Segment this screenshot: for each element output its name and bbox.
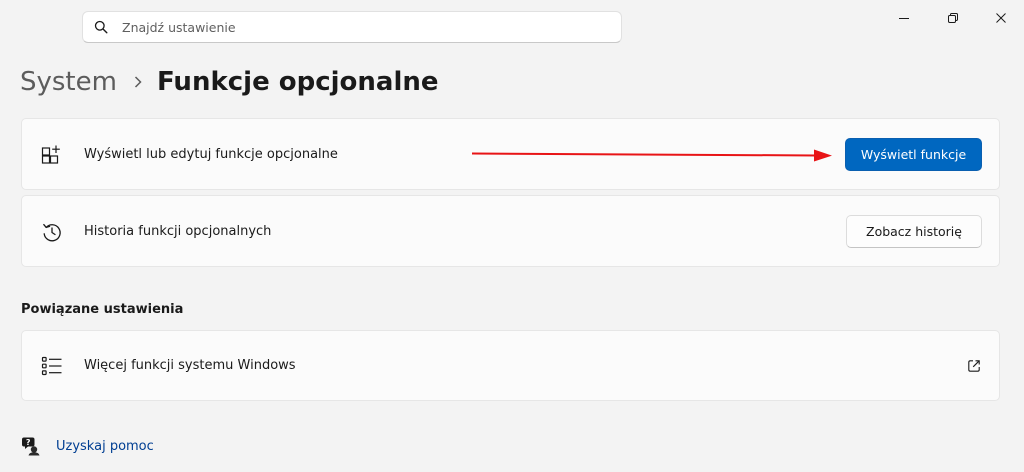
- more-windows-features-label: Więcej funkcji systemu Windows: [84, 358, 296, 373]
- history-icon: [41, 221, 63, 243]
- annotation-arrow: [471, 149, 832, 162]
- search-icon: [94, 20, 108, 34]
- minimize-button[interactable]: [886, 4, 922, 32]
- get-help-link[interactable]: Uzyskaj pomoc: [56, 439, 154, 454]
- more-windows-features-link[interactable]: Więcej funkcji systemu Windows: [21, 330, 1000, 401]
- get-help-row[interactable]: ? Uzyskaj pomoc: [20, 436, 154, 456]
- chevron-right-icon: [133, 75, 143, 89]
- close-button[interactable]: [983, 4, 1019, 32]
- svg-text:?: ?: [26, 438, 31, 447]
- minimize-icon: [898, 9, 910, 28]
- optional-features-label: Wyświetl lub edytuj funkcje opcjonalne: [84, 147, 338, 162]
- page-title: Funkcje opcjonalne: [156, 67, 439, 97]
- feature-history-label: Historia funkcji opcjonalnych: [84, 224, 272, 239]
- restore-icon: [947, 9, 959, 28]
- help-icon: ?: [20, 436, 40, 456]
- restore-button[interactable]: [935, 4, 971, 32]
- breadcrumb-system-link[interactable]: System: [20, 67, 117, 97]
- view-history-button[interactable]: Zobacz historię: [846, 215, 982, 248]
- view-features-button[interactable]: Wyświetl funkcje: [845, 138, 982, 171]
- breadcrumb: System Funkcje opcjonalne: [20, 60, 439, 104]
- search-input[interactable]: [122, 19, 602, 35]
- external-link-icon: [967, 359, 981, 373]
- list-icon: [41, 355, 63, 377]
- related-settings-heading: Powiązane ustawienia: [21, 302, 184, 317]
- search-box[interactable]: [82, 11, 622, 43]
- add-feature-icon: [41, 144, 63, 166]
- feature-history-card: Historia funkcji opcjonalnych Zobacz his…: [21, 195, 1000, 267]
- close-icon: [995, 9, 1007, 28]
